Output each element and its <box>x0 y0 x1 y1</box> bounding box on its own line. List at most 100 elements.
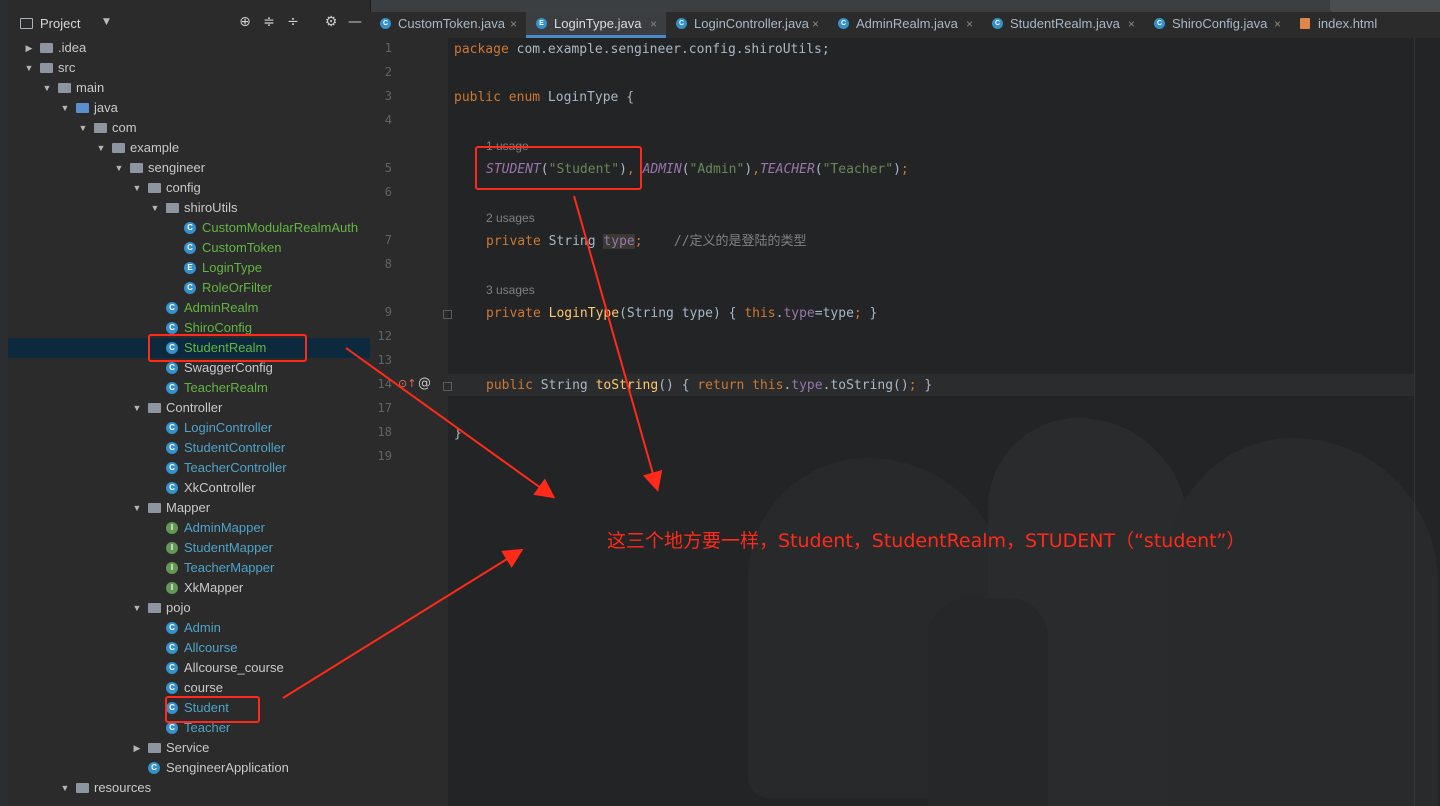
tree-item[interactable]: I TeacherMapper <box>8 558 370 578</box>
fold-icon[interactable] <box>443 382 452 391</box>
line-number: 14 <box>377 377 392 391</box>
package-name: com.example.sengineer.config.shiroUtils <box>516 42 822 57</box>
line-number: 2 <box>384 65 392 79</box>
editor-tab[interactable]: C AdminRealm.java × <box>828 12 982 38</box>
application-icon: C <box>148 762 160 774</box>
chevron-down-icon[interactable]: ▼ <box>150 198 160 218</box>
source-folder-icon <box>76 103 89 113</box>
tree-item[interactable]: ▼ pojo <box>8 598 370 618</box>
run-config-widget[interactable] <box>1330 0 1440 12</box>
tree-item-label: resources <box>94 780 152 795</box>
chevron-down-icon[interactable]: ▼ <box>132 598 142 618</box>
tree-item[interactable]: ▼ resources <box>8 778 370 798</box>
project-panel-title[interactable]: Project <box>40 16 80 31</box>
background-rock <box>928 598 1048 806</box>
class-icon: C <box>992 18 1003 29</box>
editor-tab[interactable]: C StudentRealm.java × <box>982 12 1144 38</box>
gear-icon[interactable]: ⚙ <box>322 14 340 30</box>
tree-item-label: shiroUtils <box>184 200 238 215</box>
highlight-box-student-pojo <box>165 696 260 723</box>
tree-item-label: Admin <box>184 620 221 635</box>
tree-item-label: XkController <box>184 480 256 495</box>
highlight-box-student-constant <box>475 146 642 190</box>
expand-icon[interactable]: ÷ <box>284 14 302 30</box>
class-icon: C <box>166 682 178 694</box>
tree-item[interactable]: C RoleOrFilter <box>8 278 370 298</box>
tree-item[interactable]: ▼ example <box>8 138 370 158</box>
tree-item[interactable]: I StudentMapper <box>8 538 370 558</box>
class-icon: C <box>166 622 178 634</box>
line-number: 1 <box>384 41 392 55</box>
collapse-icon[interactable]: ≑ <box>260 14 278 30</box>
folder-icon <box>76 783 89 793</box>
tree-item[interactable]: I XkMapper <box>8 578 370 598</box>
tree-item[interactable]: ▼ Mapper <box>8 498 370 518</box>
editor-tab[interactable]: E LoginType.java × <box>526 12 666 38</box>
project-icon <box>20 18 33 29</box>
tab-label: LoginType.java <box>554 16 642 31</box>
tree-item[interactable]: ▶ Service <box>8 738 370 758</box>
folder-icon <box>148 743 161 753</box>
close-icon[interactable]: × <box>812 12 819 36</box>
ide-window: Project ▼ ⊕ ≑ ÷ ⚙ — ▶ .idea ▼ src ▼ main ▼ java… <box>0 0 1440 806</box>
tree-item-label: example <box>130 140 180 155</box>
annotation-text: 这三个地方要一样，Student，StudentRealm，STUDENT（“s… <box>607 530 1246 552</box>
editor-tab[interactable]: index.html <box>1290 12 1380 38</box>
tree-item-label: RoleOrFilter <box>202 280 273 295</box>
chevron-right-icon[interactable]: ▶ <box>132 738 142 758</box>
tree-item-label: course <box>184 680 224 695</box>
project-panel-header: Project ▼ ⊕ ≑ ÷ ⚙ — <box>8 12 370 36</box>
line-number: 18 <box>377 425 392 439</box>
tab-label: LoginController.java <box>694 16 809 31</box>
class-icon: C <box>676 18 687 29</box>
chevron-down-icon[interactable]: ▼ <box>103 17 110 27</box>
tree-item[interactable]: C Admin <box>8 618 370 638</box>
hide-icon[interactable]: — <box>346 14 364 30</box>
tree-item[interactable]: C SengineerApplication <box>8 758 370 778</box>
close-icon[interactable]: × <box>650 12 657 36</box>
folder-icon <box>166 203 179 213</box>
interface-icon: I <box>166 542 178 554</box>
close-icon[interactable]: × <box>1274 12 1281 36</box>
editor-tab[interactable]: C ShiroConfig.java × <box>1144 12 1290 38</box>
class-icon: C <box>1154 18 1165 29</box>
locate-icon[interactable]: ⊕ <box>236 14 254 30</box>
editor-tab[interactable]: C LoginController.java × <box>666 12 828 38</box>
usage-hint[interactable]: 2 usages <box>486 209 535 227</box>
editor-tab[interactable]: C CustomToken.java × <box>370 12 526 38</box>
tree-item[interactable]: C Allcourse <box>8 638 370 658</box>
tree-item[interactable]: ▼ shiroUtils <box>8 198 370 218</box>
interface-icon: I <box>166 562 178 574</box>
tree-item[interactable]: I AdminMapper <box>8 518 370 538</box>
folder-icon <box>112 143 125 153</box>
usage-hint[interactable]: 3 usages <box>486 281 535 299</box>
close-icon[interactable]: × <box>966 12 973 36</box>
tab-label: ShiroConfig.java <box>1172 16 1268 31</box>
line-number: 19 <box>377 449 392 463</box>
tree-item[interactable]: Ccourse <box>8 678 370 698</box>
close-icon[interactable]: × <box>510 12 517 36</box>
close-icon[interactable]: × <box>1128 12 1135 36</box>
code-line-14: public String toString() { return this.t… <box>486 378 933 393</box>
tree-item-label: TeacherMapper <box>184 560 275 575</box>
tab-label: index.html <box>1318 16 1378 31</box>
chevron-down-icon[interactable]: ▼ <box>60 778 70 798</box>
chevron-down-icon[interactable]: ▼ <box>132 498 142 518</box>
tree-item-label: Service <box>166 740 210 755</box>
string-literal: "Teacher" <box>822 162 894 177</box>
tab-label: CustomToken.java <box>398 16 505 31</box>
class-icon: C <box>166 722 178 734</box>
enum-constant: ADMIN <box>642 162 682 177</box>
override-icon[interactable]: ⊙↑ <box>398 377 416 390</box>
code-line-1: package com.example.sengineer.config.shi… <box>454 42 830 57</box>
tree-item[interactable]: C Allcourse_course <box>8 658 370 678</box>
right-margin-guide <box>1414 38 1415 806</box>
folder-icon <box>148 603 161 613</box>
code-comment: //定义的是登陆的类型 <box>673 234 807 249</box>
fold-icon[interactable] <box>443 310 452 319</box>
chevron-down-icon[interactable]: ▼ <box>96 138 106 158</box>
tree-item-label: Allcourse_course <box>184 660 284 675</box>
editor-gutter <box>370 38 448 806</box>
interface-icon: I <box>166 522 178 534</box>
tree-item[interactable]: C XkController <box>8 478 370 498</box>
